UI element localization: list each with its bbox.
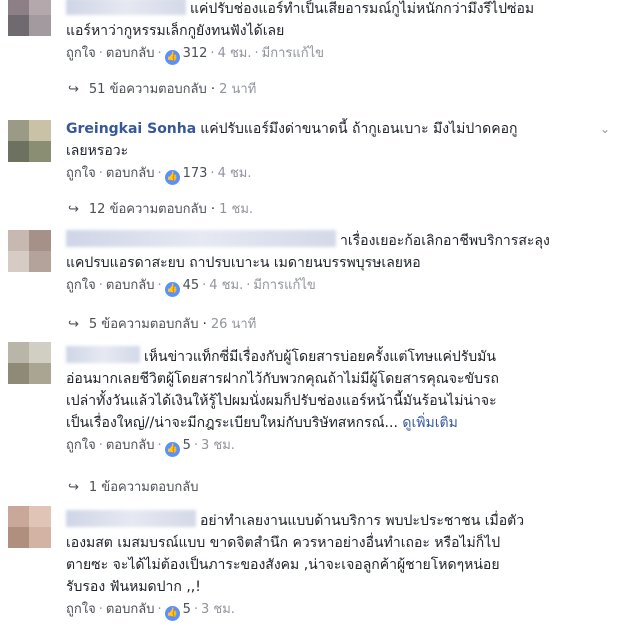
comment-time[interactable]: 3 ชม. [201, 602, 235, 617]
reply-link[interactable]: ตอบกลับ [106, 278, 155, 293]
reply-link[interactable]: ตอบกลับ [106, 166, 155, 181]
edited-label[interactable]: มีการแก้ไข [253, 278, 315, 293]
comment-list: แค่ปรับช่องแอร์ทำเป็นเสียอารมณ์กูไม่หนัก… [0, 0, 624, 634]
like-count[interactable]: 312 [183, 46, 208, 61]
comment-line: แค่ปรับแอร์มึงด่าขนาดนี้ ถ้ากูเอนเบาะ มึ… [200, 121, 518, 137]
comment-author-blurred[interactable] [66, 346, 140, 363]
comment-line: รับรอง ฟันหมดปาก ,,! [66, 579, 201, 595]
reply-arrow-icon: ↪ [68, 202, 79, 217]
avatar[interactable] [8, 506, 51, 548]
comment-line: แอร์หาว่ากูหรรมเล็กกูยังทนฟังได้เลย [66, 23, 285, 39]
comment-text: แค่ปรับช่องแอร์ทำเป็นเสียอารมณ์กูไม่หนัก… [66, 0, 586, 20]
comment-text: อย่าทำเลยงานแบบด้านบริการ พบปะประชาชน เม… [66, 510, 586, 532]
comment-actions: ถูกใจ · ตอบกลับ · 👍 45 · 4 ชม. · มีการแก้ไข [66, 276, 586, 297]
view-replies[interactable]: ↪ 51 ข้อความตอบกลับ · 2 นาที [68, 80, 256, 100]
comment-line: อย่าทำเลยงานแบบด้านบริการ พบปะประชาชน เม… [200, 513, 525, 529]
edited-label[interactable]: มีการแก้ไข [262, 46, 324, 61]
comment-line: แคปรบแอรดาสะยบ ถาปรบเบาะน เมดายนบรรพบุรษ… [66, 255, 421, 271]
thumbs-up-icon: 👍 [164, 282, 180, 297]
thumbs-up-icon: 👍 [164, 170, 180, 185]
reply-count[interactable]: 12 ข้อความตอบกลับ [89, 202, 207, 217]
comment-time[interactable]: 3 ชม. [201, 438, 235, 453]
like-count[interactable]: 173 [183, 166, 208, 181]
view-replies[interactable]: ↪ 5 ข้อความตอบกลับ · 26 นาที [68, 315, 256, 335]
comment-line: แค่ปรับช่องแอร์ทำเป็นเสียอารมณ์กูไม่หนัก… [190, 1, 535, 17]
view-replies[interactable]: ↪ 1 ข้อความตอบกลับ [68, 478, 198, 498]
reply-link[interactable]: ตอบกลับ [106, 46, 155, 61]
comment-line: เห็นข่าวแท็กซี่มีเรื่องกับผู้โดยสารบ่อยค… [144, 349, 496, 365]
avatar[interactable] [8, 230, 51, 272]
like-link[interactable]: ถูกใจ [66, 438, 96, 453]
view-replies[interactable]: ↪ 12 ข้อความตอบกลับ · 1 ชม. [68, 200, 253, 220]
like-link[interactable]: ถูกใจ [66, 602, 96, 617]
comment-line: ตายซะ จะได้ไม่ต้องเป็นภาระของสังคม ,น่าจ… [66, 557, 500, 573]
thumbs-up-icon: 👍 [164, 50, 180, 65]
like-link[interactable]: ถูกใจ [66, 166, 96, 181]
reply-arrow-icon: ↪ [68, 82, 79, 97]
comment-text: าเรื่องเยอะก้อเลิกอาชีพบริการสะลุง [66, 230, 586, 252]
comment-line: าเรื่องเยอะก้อเลิกอาชีพบริการสะลุง [340, 233, 550, 249]
comment-time[interactable]: 4 ชม. [218, 46, 252, 61]
reply-time: 26 นาที [210, 317, 257, 332]
like-link[interactable]: ถูกใจ [66, 278, 96, 293]
thumbs-up-icon: 👍 [164, 606, 180, 621]
comment-time[interactable]: 4 ชม. [218, 166, 252, 181]
comment-author-blurred[interactable] [66, 510, 196, 527]
like-count[interactable]: 5 [183, 602, 191, 617]
chevron-down-icon[interactable]: ⌄ [600, 122, 610, 136]
comment-line: เองมสต เมสมบรณ์แบบ ขาดจิตสำนึก ควรหาอย่า… [66, 535, 501, 551]
reply-link[interactable]: ตอบกลับ [106, 438, 155, 453]
reply-arrow-icon: ↪ [68, 480, 79, 495]
like-count[interactable]: 45 [183, 278, 200, 293]
reply-time: 1 ชม. [219, 202, 254, 217]
comment-author[interactable]: Greingkai Sonha [66, 121, 196, 137]
reply-arrow-icon: ↪ [68, 317, 79, 332]
comment-line: เลยหรอวะ [66, 143, 129, 159]
comment-actions: ถูกใจ · ตอบกลับ · 👍 5 · 3 ชม. [66, 436, 586, 457]
reply-count[interactable]: 51 ข้อความตอบกลับ [89, 82, 207, 97]
comment-actions: ถูกใจ · ตอบกลับ · 👍 5 · 3 ชม. [66, 600, 586, 621]
see-more-link[interactable]: ดูเพิ่มเติม [402, 415, 457, 431]
comment-text: Greingkai Sonha แค่ปรับแอร์มึงด่าขนาดนี้ … [66, 118, 586, 140]
comment-author-blurred[interactable] [66, 0, 186, 15]
reply-count[interactable]: 1 ข้อความตอบกลับ [89, 480, 199, 495]
comment-actions: ถูกใจ · ตอบกลับ · 👍 173 · 4 ชม. [66, 164, 586, 185]
like-count[interactable]: 5 [183, 438, 191, 453]
comment-actions: ถูกใจ · ตอบกลับ · 👍 312 · 4 ชม. · มีการแก้ไข [66, 44, 586, 65]
thumbs-up-icon: 👍 [164, 442, 180, 457]
comment-text: เห็นข่าวแท็กซี่มีเรื่องกับผู้โดยสารบ่อยค… [66, 346, 586, 368]
avatar[interactable] [8, 120, 51, 162]
avatar[interactable] [8, 342, 51, 384]
avatar[interactable] [8, 0, 51, 36]
comment-line: อ่อนมากเลยชีวิตผู้โดยสารฝากไว้กับพวกคุณถ… [66, 371, 499, 387]
comment-time[interactable]: 4 ชม. [209, 278, 243, 293]
comment-line: เป็นเรื่องใหญ่//น่าจะมีกฎระเบียบใหม่กับบ… [66, 415, 398, 431]
comment-author-blurred[interactable] [66, 230, 336, 247]
reply-time: 2 นาที [219, 82, 257, 97]
comment-line: เปล่าทั้งวันแล้วได้เงินให้รู้ไปผมนั่งผมก… [66, 393, 497, 409]
reply-link[interactable]: ตอบกลับ [106, 602, 155, 617]
reply-count[interactable]: 5 ข้อความตอบกลับ [89, 317, 199, 332]
like-link[interactable]: ถูกใจ [66, 46, 96, 61]
comment-text: เป็นเรื่องใหญ่//น่าจะมีกฎระเบียบใหม่กับบ… [66, 412, 586, 434]
